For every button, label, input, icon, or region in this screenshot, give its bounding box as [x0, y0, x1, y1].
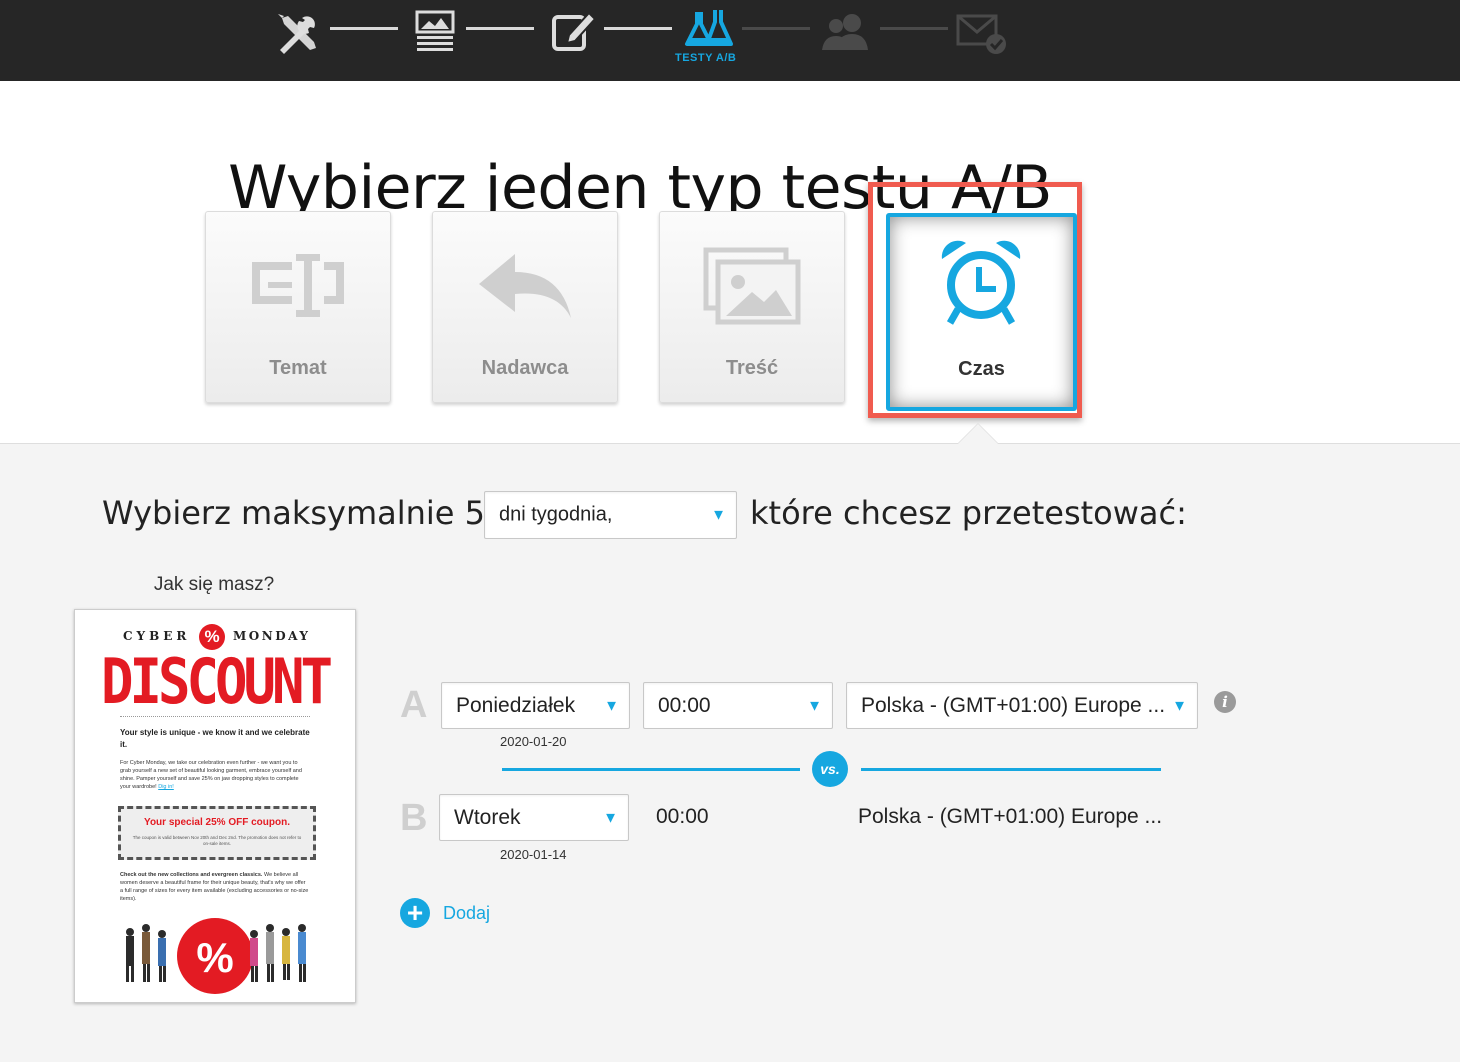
day-unit-dropdown[interactable]: dni tygodnia, ▼: [484, 491, 737, 539]
email-dig-in-link[interactable]: Dig in!: [158, 784, 174, 790]
variant-b-time: 00:00: [656, 805, 709, 828]
tools-icon: [278, 14, 316, 54]
step-ab-test[interactable]: TESTY A/B: [672, 0, 744, 81]
step-connector: [880, 27, 948, 30]
coupon-title: Your special 25% OFF coupon.: [144, 817, 290, 828]
variant-a-timezone-select[interactable]: Polska - (GMT+01:00) Europe ... ▼: [846, 682, 1198, 729]
test-type-sender[interactable]: Nadawca: [432, 211, 618, 403]
shoppers-image: %: [126, 918, 306, 994]
question-prefix: Wybierz maksymalnie 5: [102, 494, 486, 532]
step-connector: [466, 27, 534, 30]
email-body-text: For Cyber Monday, we take our celebratio…: [120, 760, 302, 790]
envelope-check-icon: [956, 14, 1006, 54]
coupon-note: The coupon is valid between Nov 20th and…: [132, 835, 302, 846]
email-intro: Your style is unique - we know it and we…: [120, 728, 310, 749]
dropdown-value: dni tygodnia,: [499, 503, 613, 526]
select-value: Poniedziałek: [456, 693, 576, 717]
variant-b-letter: B: [400, 797, 428, 839]
variant-a-letter: A: [400, 684, 428, 726]
email-divider: [120, 716, 310, 717]
test-type-label: Temat: [269, 357, 327, 379]
test-type-label: Nadawca: [481, 357, 569, 379]
users-icon: [822, 14, 868, 50]
variant-b-day-select[interactable]: Wtorek ▼: [439, 794, 629, 841]
test-type-content[interactable]: Treść: [659, 211, 845, 403]
section-pointer: [958, 424, 998, 444]
images-icon: [703, 247, 801, 325]
text-cursor-icon: [252, 254, 344, 317]
select-value: 00:00: [658, 693, 711, 717]
template-icon: [415, 10, 455, 51]
select-value: Polska - (GMT+01:00) Europe ...: [861, 693, 1166, 717]
flask-icon: [685, 10, 733, 46]
chevron-down-icon: ▼: [807, 697, 822, 714]
vs-line-right: [861, 768, 1161, 771]
wizard-bar: TESTY A/B: [0, 0, 1460, 81]
step-template[interactable]: [410, 0, 455, 81]
add-label: Dodaj: [443, 903, 491, 923]
reply-icon: [479, 254, 571, 318]
test-type-section: Wybierz jeden typ testu A/B Temat Nadawc…: [0, 81, 1460, 444]
collection-bold: Check out the new collections and evergr…: [120, 872, 263, 878]
test-type-label: Treść: [725, 357, 779, 379]
email-preview[interactable]: CYBER % MONDAY DISCOUNT Your style is un…: [74, 609, 356, 1003]
chevron-down-icon: ▼: [711, 506, 726, 524]
chevron-down-icon: ▼: [603, 809, 618, 826]
step-settings[interactable]: [270, 0, 320, 81]
variant-a-date: 2020-01-20: [500, 734, 567, 749]
email-coupon: Your special 25% OFF coupon. The coupon …: [118, 806, 316, 860]
selection-highlight: [868, 182, 1082, 418]
vs-badge: vs.: [812, 751, 848, 787]
step-label-ab: TESTY A/B: [675, 52, 737, 64]
step-connector: [330, 27, 398, 30]
step-edit[interactable]: [548, 0, 597, 81]
email-body: For Cyber Monday, we take our celebratio…: [120, 759, 310, 791]
variant-b-date: 2020-01-14: [500, 847, 567, 862]
plus-circle-icon: +: [400, 898, 430, 928]
email-header-left: CYBER: [123, 629, 191, 643]
chevron-down-icon: ▼: [604, 697, 619, 714]
step-recipients[interactable]: [818, 0, 872, 81]
question-suffix: które chcesz przetestować:: [750, 494, 1187, 532]
test-type-subject[interactable]: Temat: [205, 211, 391, 403]
variant-b-timezone: Polska - (GMT+01:00) Europe ...: [858, 805, 1163, 828]
step-connector: [742, 27, 810, 30]
svg-text:%: %: [196, 934, 233, 981]
vs-line-left: [502, 768, 800, 771]
email-header-right: MONDAY: [233, 629, 311, 643]
variant-a-time-select[interactable]: 00:00 ▼: [643, 682, 833, 729]
edit-icon: [552, 11, 597, 51]
email-headline: DISCOUNT: [100, 645, 333, 718]
chevron-down-icon: ▼: [1172, 697, 1187, 714]
select-value: Wtorek: [454, 805, 521, 829]
page-title: Wybierz jeden typ testu A/B: [228, 153, 1052, 224]
info-icon[interactable]: i: [1214, 691, 1236, 713]
variant-a-day-select[interactable]: Poniedziałek ▼: [441, 682, 630, 729]
step-connector: [604, 27, 672, 30]
email-collection: Check out the new collections and evergr…: [120, 871, 310, 903]
step-send[interactable]: [956, 0, 1010, 81]
preview-title: Jak się masz?: [153, 574, 275, 595]
